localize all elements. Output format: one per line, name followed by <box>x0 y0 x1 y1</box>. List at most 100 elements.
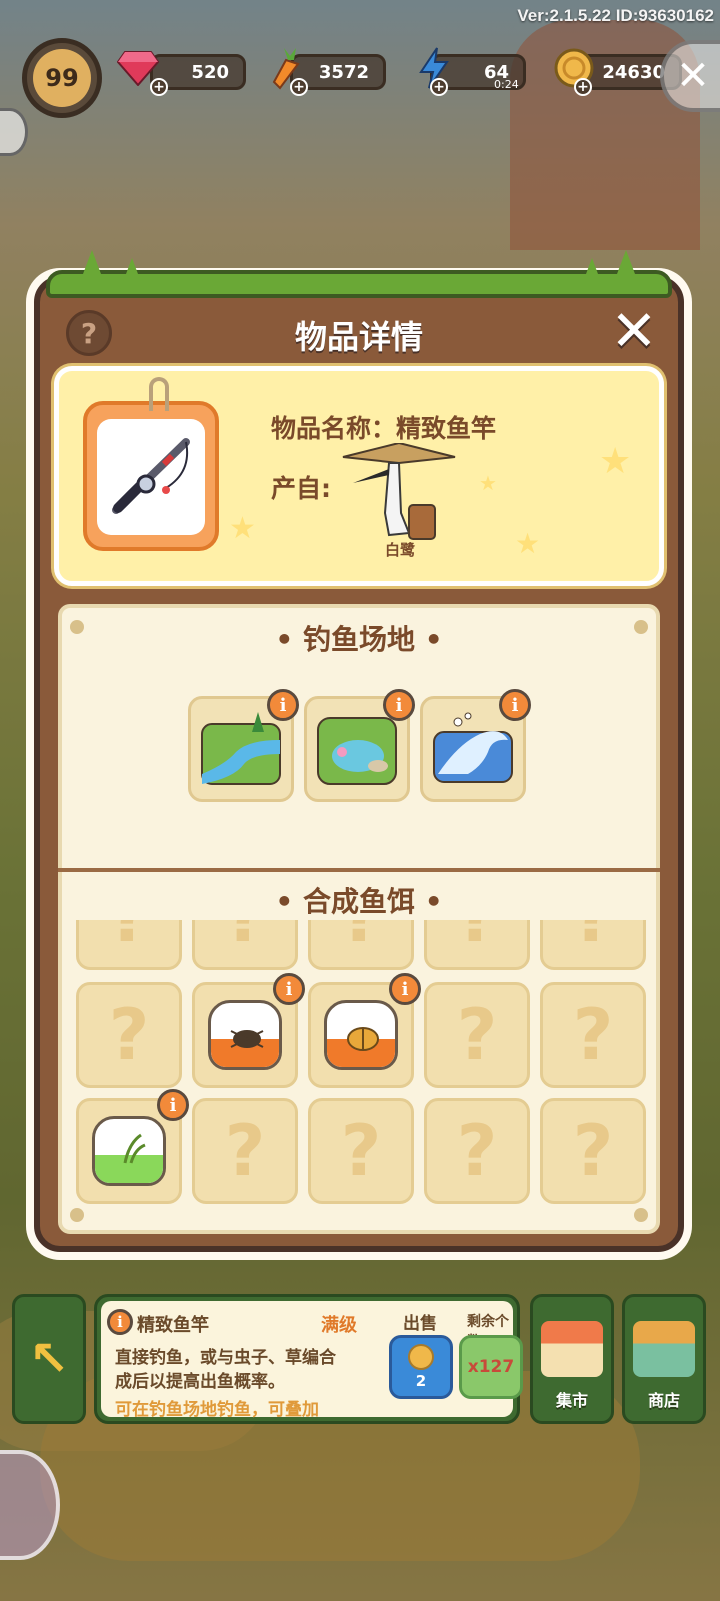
question-icon: ? <box>572 1110 614 1192</box>
fishing-rod-image <box>97 419 205 535</box>
fishing-rod-icon <box>112 438 190 514</box>
location-pond[interactable]: i <box>304 689 415 802</box>
panel-title: 物品详情 <box>294 318 423 356</box>
item-name: 物品名称：精致鱼竿 <box>271 414 497 443</box>
grass-tuft <box>614 250 638 282</box>
question-icon: ? <box>572 994 614 1076</box>
question-icon: ? <box>108 994 150 1076</box>
info-icon[interactable]: i <box>267 689 299 721</box>
item-info-card: ★ ★ ★ ★ 物品名称：精致鱼竿 产自: 白鹭 <box>54 366 664 586</box>
back-arrow-icon: ↖ <box>28 1331 70 1387</box>
question-icon: ? <box>457 920 498 958</box>
star-decoration: ★ <box>479 471 497 495</box>
item-source-label: 产自: <box>271 474 331 503</box>
star-decoration: ★ <box>229 511 256 546</box>
version-text: Ver:2.1.5.22 ID:93630162 <box>517 6 714 25</box>
question-icon: ? <box>109 920 150 958</box>
description-line: 直接钓鱼，或与虫子、草编合 <box>115 1348 336 1368</box>
producer-name: 白鹭 <box>384 541 415 559</box>
item-detail-panel: ? 物品详情 ✕ ★ ★ ★ ★ 物品名称：精致鱼竿 产自: 白鹭 • 钓鱼场地… <box>26 250 692 1260</box>
energy-timer: 0:24 <box>494 78 519 91</box>
grass-tuft <box>120 258 144 290</box>
info-icon[interactable]: i <box>383 689 415 721</box>
close-icon: ✕ <box>676 53 710 99</box>
market-button[interactable]: 集市 <box>530 1294 614 1424</box>
tag-string <box>149 377 169 411</box>
item-title: 精致鱼竿 <box>137 1315 209 1336</box>
bait-slot-locked: ? <box>192 920 298 970</box>
beetle-bait-icon <box>324 1000 398 1070</box>
grass-bait-icon <box>92 1116 166 1186</box>
bait-slot-locked: ? <box>540 920 646 970</box>
question-icon: ? <box>456 1110 498 1192</box>
shop-button[interactable]: 商店 <box>622 1294 706 1424</box>
bait-slot-locked: ? <box>76 920 182 970</box>
description-hint: 可在钓鱼场地钓鱼，可叠加 <box>115 1400 319 1420</box>
bait-slot-grass[interactable]: i <box>76 1089 189 1204</box>
item-description-card: i 精致鱼竿 满级 直接钓鱼，或与虫子、草编合 成后以提高出鱼概率。 可在钓鱼场… <box>94 1294 523 1424</box>
gems-value: 520 <box>191 61 229 83</box>
info-icon[interactable]: i <box>499 689 531 721</box>
shop-label: 商店 <box>647 1391 680 1410</box>
question-icon: ? <box>224 1110 266 1192</box>
location-river[interactable]: i <box>188 689 299 802</box>
remaining-count: x127 <box>459 1335 523 1399</box>
bottom-bar: ↖ i 精致鱼竿 满级 直接钓鱼，或与虫子、草编合 成后以提高出鱼概率。 可在钓… <box>10 1294 710 1428</box>
sell-button[interactable]: 2 <box>389 1335 453 1399</box>
remaining-value: x127 <box>467 1357 515 1377</box>
market-label: 集市 <box>555 1391 588 1410</box>
question-icon: ? <box>225 920 266 958</box>
bait-slot-beetle[interactable]: i <box>308 973 421 1088</box>
add-coins-button[interactable]: + <box>574 78 592 96</box>
bait-slot-locked: ? <box>424 920 530 970</box>
bait-slot-locked: ? <box>540 1098 646 1204</box>
heron-producer[interactable] <box>339 441 459 553</box>
description-line: 成后以提高出鱼概率。 <box>115 1372 285 1392</box>
grass-tuft <box>580 258 604 290</box>
info-icon[interactable]: i <box>273 973 305 1005</box>
bait-slot-locked: ? <box>308 1098 414 1204</box>
question-icon: ? <box>340 1110 382 1192</box>
shop-icon <box>633 1321 695 1377</box>
sell-price: 2 <box>415 1372 427 1390</box>
bait-slot-locked: ? <box>540 982 646 1088</box>
fishing-spots-title: • 钓鱼场地 • <box>275 623 443 656</box>
sell-label: 出售 <box>403 1314 437 1334</box>
question-icon: ? <box>573 920 614 958</box>
bait-slot-locked: ? <box>308 920 414 970</box>
info-icon[interactable]: i <box>389 973 421 1005</box>
back-button[interactable]: ↖ <box>12 1294 86 1424</box>
add-carrots-button[interactable]: + <box>290 78 308 96</box>
star-decoration: ★ <box>515 527 541 560</box>
bait-slot-locked: ? <box>424 1098 530 1204</box>
carrots-value: 3572 <box>318 61 369 83</box>
add-energy-button[interactable]: + <box>430 78 448 96</box>
star-decoration: ★ <box>599 441 632 482</box>
bait-title: • 合成鱼饵 • <box>275 885 443 918</box>
bait-grid: ? ? ? ? ? ? i <box>76 920 646 1230</box>
bait-slot-locked: ? <box>76 982 182 1088</box>
panel-frame: ? 物品详情 ✕ ★ ★ ★ ★ 物品名称：精致鱼竿 产自: 白鹭 • 钓鱼场地… <box>34 250 684 1252</box>
grass-tuft <box>80 250 104 282</box>
bait-slot-locked: ? <box>424 982 530 1088</box>
item-tag <box>83 377 219 551</box>
market-stall-icon <box>541 1321 603 1377</box>
info-icon[interactable]: i <box>157 1089 189 1121</box>
location-sea[interactable]: i <box>420 689 531 802</box>
bait-slot-locked: ? <box>192 1098 298 1204</box>
coin-icon <box>408 1344 434 1370</box>
close-button[interactable]: ✕ <box>604 304 664 364</box>
close-overlay-button[interactable]: ✕ <box>660 40 720 112</box>
section-divider <box>58 868 660 872</box>
heron-icon <box>342 441 456 540</box>
question-icon: ? <box>341 920 382 958</box>
question-icon: ? <box>456 994 498 1076</box>
add-gems-button[interactable]: + <box>150 78 168 96</box>
player-level-badge[interactable]: 99 <box>22 38 102 118</box>
coins-value: 24630 <box>602 61 665 83</box>
player-level: 99 <box>33 49 91 107</box>
bait-slot-bug[interactable]: i <box>192 973 305 1088</box>
info-icon[interactable]: i <box>107 1309 133 1335</box>
detail-lower-section: • 钓鱼场地 • i i i • 合成鱼饵 • ? i i ? ? i ? ? … <box>58 604 660 1234</box>
bug-bait-icon <box>208 1000 282 1070</box>
